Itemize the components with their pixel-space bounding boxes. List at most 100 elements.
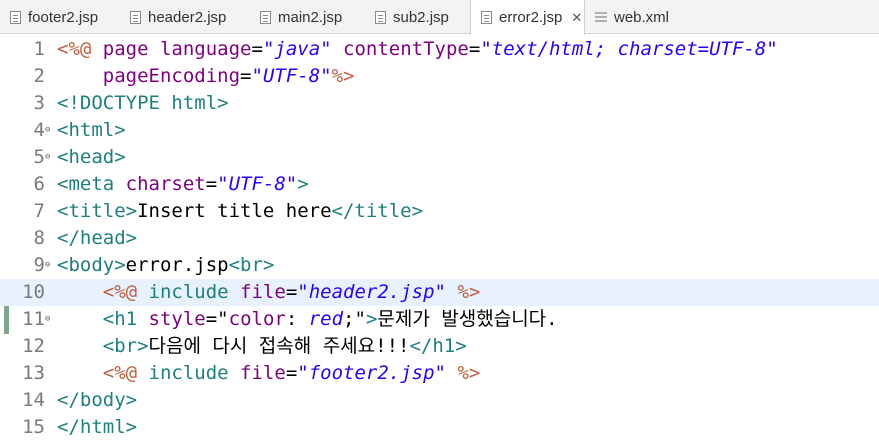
tab-label: web.xml [614,8,670,26]
tab-label: error2.jsp [499,9,563,26]
code-token: html [171,92,218,114]
code-text: <%@ include file="footer2.jsp" %> [57,360,481,387]
tab-error2-jsp[interactable]: error2.jsp ✕ [470,0,585,35]
code-token: > [297,173,309,195]
tab-sub2-jsp[interactable]: sub2.jsp [365,0,470,34]
fold-toggle-icon[interactable]: ⊖ [45,126,50,135]
code-line[interactable]: 15 </html> [0,414,879,441]
code-token: "java" [262,38,332,60]
tab-header2-jsp[interactable]: header2.jsp [120,0,250,34]
code-token: : [285,308,309,330]
tab-label: sub2.jsp [393,8,449,26]
tab-web-xml[interactable]: web.xml [585,0,675,34]
code-token: =" [205,308,229,330]
code-text: <meta charset="UTF-8"> [57,171,309,198]
code-line[interactable]: 7 <title>Insert title here</title> [0,198,879,225]
code-token: <h1 [102,308,149,330]
code-text: <head> [57,144,126,171]
xml-file-icon [595,11,607,24]
code-text: </head> [57,225,137,252]
editor-tab-bar: footer2.jsp header2.jsp main2.jsp sub2.jsp e… [0,0,879,35]
code-line[interactable]: 2 pageEncoding="UTF-8"%> [0,63,879,90]
fold-toggle-icon[interactable]: ⊖ [45,261,50,270]
code-token: </html> [57,416,138,438]
line-number: 6 [33,173,45,195]
code-text: <title>Insert title here</title> [57,198,423,225]
line-number: 13 [22,362,45,384]
code-token: language [159,38,252,60]
code-token: > [365,308,378,330]
code-line[interactable]: 11 ⊖ <h1 style="color: red;">문제가 발생했습니다. [0,306,879,333]
code-token: pageEncoding [102,65,241,87]
code-token: </body> [57,389,138,411]
tab-main2-jsp[interactable]: main2.jsp [250,0,365,34]
code-line[interactable]: 10 <%@ include file="header2.jsp" %> [0,279,879,306]
code-token: %> [457,281,481,303]
jsp-file-icon [375,10,386,24]
code-line[interactable]: 5 ⊖ <head> [0,144,879,171]
close-tab-icon[interactable]: ✕ [571,10,582,26]
code-line[interactable]: 3 <!DOCTYPE html> [0,90,879,117]
code-token: <%@ [102,281,149,303]
code-token: <!DOCTYPE [57,92,172,114]
line-number: 8 [33,227,45,249]
code-token: <meta [57,173,126,195]
code-line[interactable]: 4 ⊖ <html> [0,117,879,144]
line-number: 11 [22,308,45,330]
code-token: <%@ [57,38,103,60]
code-token: red [308,308,344,330]
code-token: = [285,281,298,303]
code-token: page [102,38,160,60]
code-token: "footer2.jsp" [297,362,446,384]
fold-toggle-icon[interactable]: ⊖ [45,315,50,324]
code-token: <body> [57,254,126,276]
line-number: 1 [33,38,45,60]
code-line[interactable]: 1 <%@ page language="java" contentType="t… [0,36,879,63]
line-number: 7 [33,200,45,222]
line-number: 3 [33,92,45,114]
code-token: color [228,308,286,330]
code-token: file [240,281,286,303]
code-line[interactable]: 13 <%@ include file="footer2.jsp" %> [0,360,879,387]
code-line[interactable]: 12 <br>다음에 다시 접속해 주세요!!!</h1> [0,333,879,360]
code-text: <%@ include file="header2.jsp" %> [57,279,481,306]
code-token: %> [457,362,481,384]
tab-label: header2.jsp [148,8,227,26]
line-number: 12 [22,335,45,357]
code-token: 다음에 다시 접속해 주세요!!! [148,335,410,357]
line-number: 10 [22,281,45,303]
code-token: "UTF-8" [251,65,332,87]
code-token: = [251,38,263,60]
code-text: <body>error.jsp<br> [57,252,274,279]
tab-footer2-jsp[interactable]: footer2.jsp [0,0,120,34]
code-editor[interactable]: 1 <%@ page language="java" contentType="t… [0,34,879,445]
code-token: </head> [57,227,138,249]
line-number: 9 [33,254,45,276]
code-text: <%@ page language="java" contentType="te… [57,36,778,63]
code-line[interactable]: 9 ⊖ <body>error.jsp<br> [0,252,879,279]
code-text: pageEncoding="UTF-8"%> [57,63,355,90]
code-line[interactable]: 14 </body> [0,387,879,414]
line-number: 14 [22,389,45,411]
code-text: </html> [57,414,137,441]
code-token: </h1> [409,335,467,357]
fold-toggle-icon[interactable]: ⊖ [45,153,50,162]
code-token: include [148,281,241,303]
line-number: 5 [33,146,45,168]
code-text: </body> [57,387,137,414]
code-token: %> [331,65,355,87]
code-token: = [468,38,481,60]
line-number: 15 [22,416,45,438]
code-token: 문제가 발생했습니다. [377,308,558,330]
code-line[interactable]: 8 </head> [0,225,879,252]
code-line[interactable]: 6 <meta charset="UTF-8"> [0,171,879,198]
code-token: = [240,65,252,87]
code-token: <%@ [102,362,149,384]
code-token: <html> [57,119,126,141]
code-token: include [148,362,241,384]
